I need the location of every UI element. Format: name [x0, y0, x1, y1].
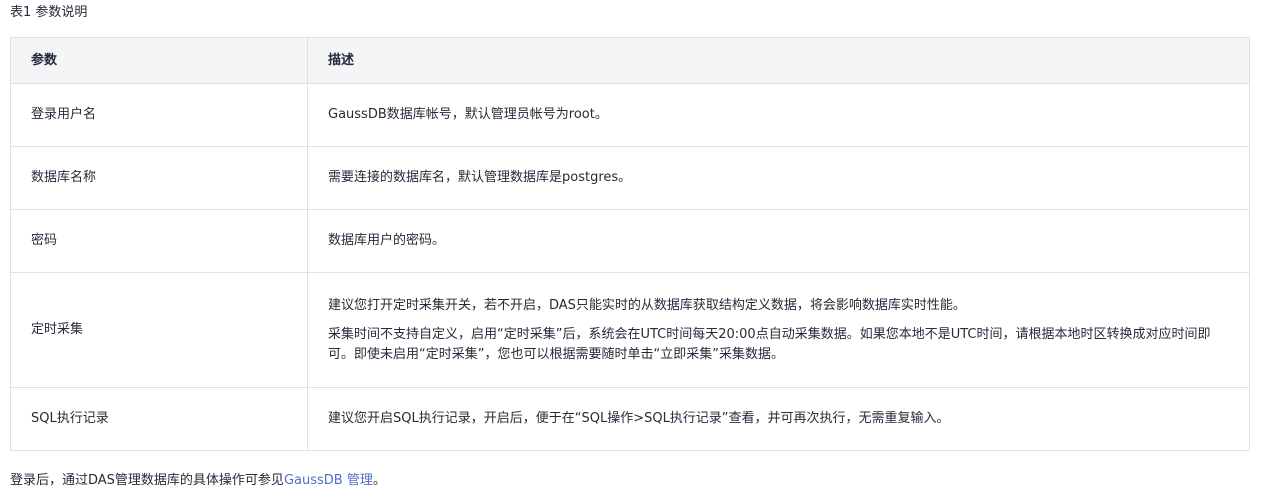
desc-text: 建议您打开定时采集开关，若不开启，DAS只能实时的从数据库获取结构定义数据，将会…: [328, 297, 966, 313]
desc-cell: 数据库用户的密码。: [307, 209, 1250, 273]
table-row: 密码 数据库用户的密码。: [10, 209, 1250, 273]
table-row: 登录用户名 GaussDB数据库帐号，默认管理员帐号为root。: [10, 83, 1250, 147]
footer-note: 登录后，通过DAS管理数据库的具体操作可参见GaussDB 管理。: [10, 473, 386, 489]
desc-text: GaussDB数据库帐号，默认管理员帐号为root。: [328, 107, 608, 122]
desc-cell: 需要连接的数据库名，默认管理数据库是postgres。: [307, 146, 1250, 210]
param-cell: 数据库名称: [10, 146, 308, 210]
param-cell: 登录用户名: [10, 83, 308, 147]
table-row: SQL执行记录 建议您开启SQL执行记录，开启后，便于在“SQL操作>SQL执行…: [10, 387, 1250, 451]
table-row: 定时采集 建议您打开定时采集开关，若不开启，DAS只能实时的从数据库获取结构定义…: [10, 272, 1250, 388]
column-header-desc: 描述: [307, 37, 1250, 84]
table-caption: 表1 参数说明: [10, 5, 88, 20]
desc-text: 采集时间不支持自定义，启用“定时采集”后，系统会在UTC时间每天20:00点自动…: [328, 326, 1211, 362]
desc-text: 数据库用户的密码。: [328, 233, 446, 248]
desc-cell: GaussDB数据库帐号，默认管理员帐号为root。: [307, 83, 1250, 147]
desc-cell: 建议您开启SQL执行记录，开启后，便于在“SQL操作>SQL执行记录”查看，并可…: [307, 387, 1250, 451]
gaussdb-manage-link[interactable]: GaussDB 管理: [284, 473, 373, 488]
table-header-row: 参数 描述: [10, 37, 1250, 84]
table-row: 数据库名称 需要连接的数据库名，默认管理数据库是postgres。: [10, 146, 1250, 210]
column-header-param: 参数: [10, 37, 308, 84]
param-cell: 定时采集: [10, 272, 308, 388]
param-cell: 密码: [10, 209, 308, 273]
desc-text: 需要连接的数据库名，默认管理数据库是postgres。: [328, 170, 632, 185]
param-cell: SQL执行记录: [10, 387, 308, 451]
footer-text: 登录后，通过DAS管理数据库的具体操作可参见: [10, 473, 284, 488]
footer-text-end: 。: [372, 473, 386, 488]
desc-cell: 建议您打开定时采集开关，若不开启，DAS只能实时的从数据库获取结构定义数据，将会…: [307, 272, 1250, 388]
parameter-table: 参数 描述 登录用户名 GaussDB数据库帐号，默认管理员帐号为root。 数…: [10, 37, 1250, 451]
desc-text: 建议您开启SQL执行记录，开启后，便于在“SQL操作>SQL执行记录”查看，并可…: [328, 411, 950, 426]
